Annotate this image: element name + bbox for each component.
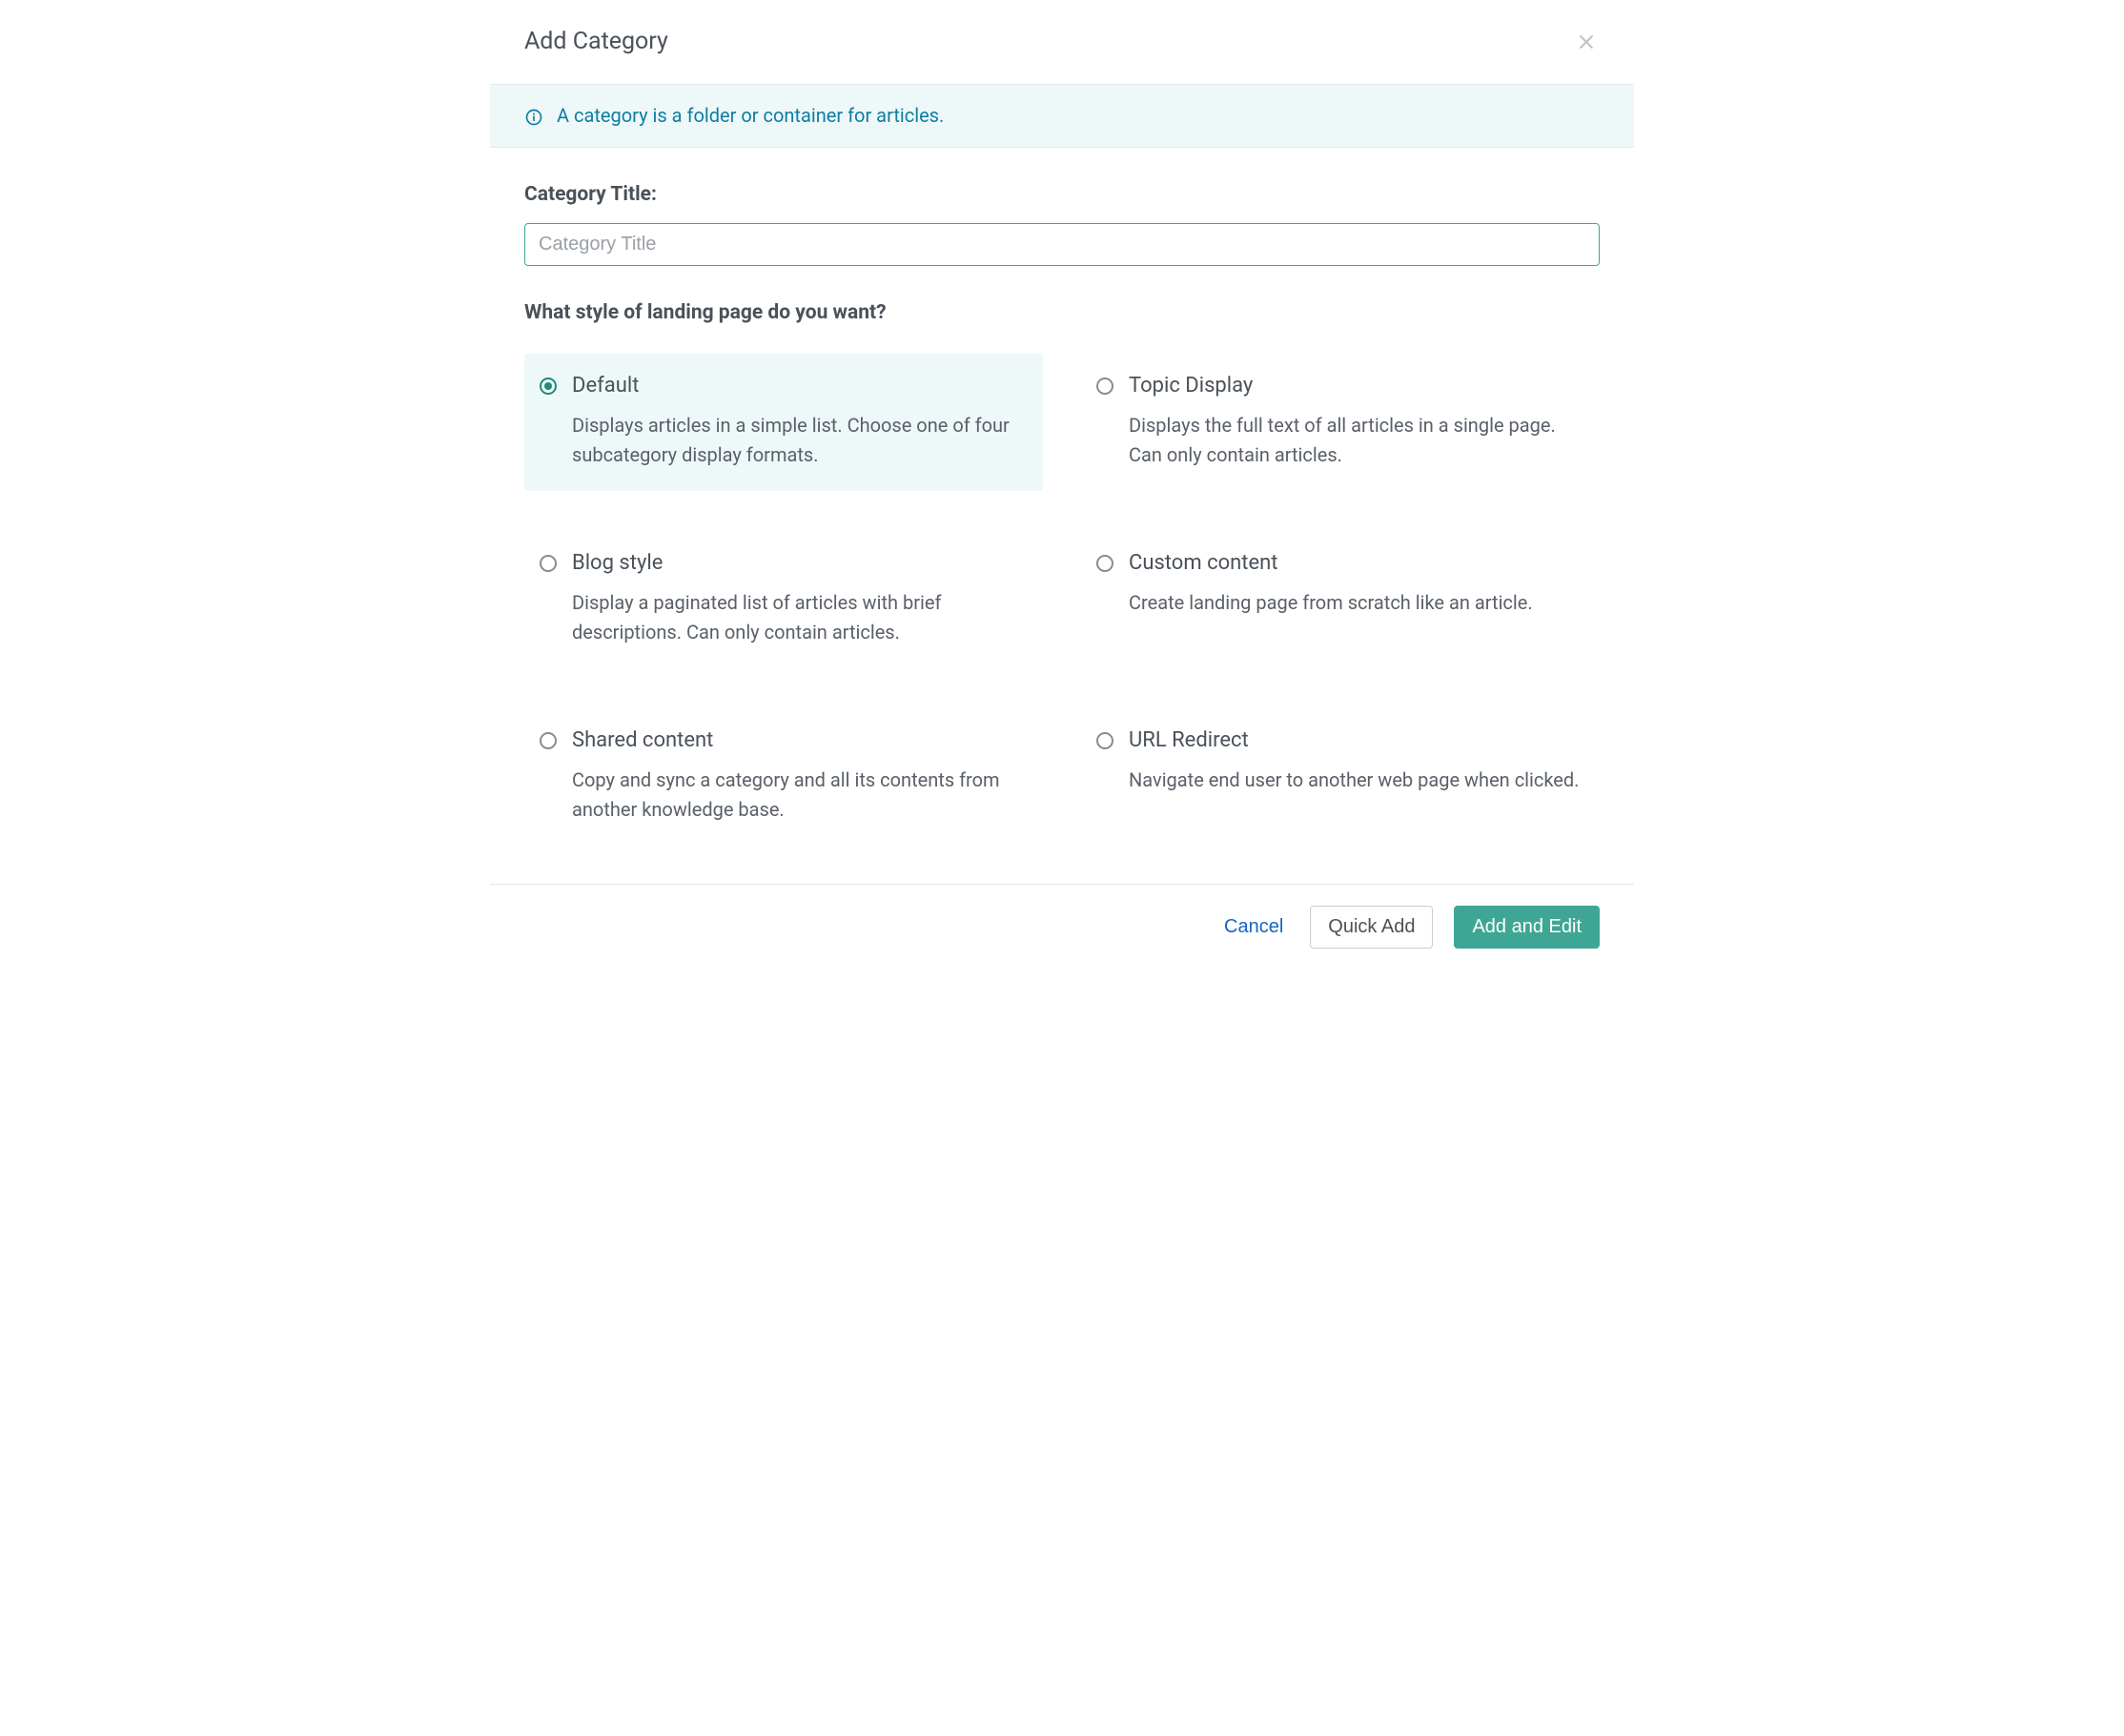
- add-category-modal: Add Category A category is a folder or c…: [490, 0, 1634, 975]
- option-title: Custom content: [1129, 548, 1581, 579]
- option-title: Default: [572, 371, 1024, 401]
- option-desc: Displays the full text of all articles i…: [1129, 411, 1581, 470]
- option-topic-display[interactable]: Topic Display Displays the full text of …: [1081, 354, 1600, 491]
- info-text: A category is a folder or container for …: [557, 102, 944, 130]
- info-banner: A category is a folder or container for …: [490, 85, 1634, 148]
- radio-icon: [1096, 555, 1113, 572]
- option-url-redirect[interactable]: URL Redirect Navigate end user to anothe…: [1081, 708, 1600, 846]
- option-desc: Create landing page from scratch like an…: [1129, 588, 1581, 618]
- option-title: Topic Display: [1129, 371, 1581, 401]
- quick-add-button[interactable]: Quick Add: [1310, 906, 1433, 949]
- option-title: Shared content: [572, 725, 1024, 756]
- category-title-label: Category Title:: [524, 180, 1600, 209]
- close-icon: [1577, 40, 1596, 54]
- category-title-input[interactable]: [524, 223, 1600, 266]
- option-default[interactable]: Default Displays articles in a simple li…: [524, 354, 1043, 491]
- add-and-edit-button[interactable]: Add and Edit: [1454, 906, 1600, 949]
- radio-icon: [1096, 378, 1113, 395]
- option-desc: Copy and sync a category and all its con…: [572, 766, 1024, 825]
- radio-icon: [1096, 732, 1113, 749]
- option-custom-content[interactable]: Custom content Create landing page from …: [1081, 531, 1600, 668]
- radio-icon: [540, 732, 557, 749]
- info-icon: [524, 107, 543, 126]
- option-blog-style[interactable]: Blog style Display a paginated list of a…: [524, 531, 1043, 668]
- option-shared-content[interactable]: Shared content Copy and sync a category …: [524, 708, 1043, 846]
- landing-style-heading: What style of landing page do you want?: [524, 298, 1600, 327]
- option-desc: Displays articles in a simple list. Choo…: [572, 411, 1024, 470]
- close-button[interactable]: [1573, 29, 1600, 55]
- cancel-button[interactable]: Cancel: [1218, 909, 1289, 946]
- landing-style-options: Default Displays articles in a simple li…: [524, 354, 1600, 846]
- radio-icon: [540, 378, 557, 395]
- option-title: Blog style: [572, 548, 1024, 579]
- modal-footer: Cancel Quick Add Add and Edit: [490, 884, 1634, 975]
- modal-title: Add Category: [524, 25, 668, 59]
- modal-body: Category Title: What style of landing pa…: [490, 148, 1634, 884]
- option-title: URL Redirect: [1129, 725, 1581, 756]
- modal-header: Add Category: [490, 0, 1634, 85]
- option-desc: Navigate end user to another web page wh…: [1129, 766, 1581, 795]
- radio-icon: [540, 555, 557, 572]
- option-desc: Display a paginated list of articles wit…: [572, 588, 1024, 647]
